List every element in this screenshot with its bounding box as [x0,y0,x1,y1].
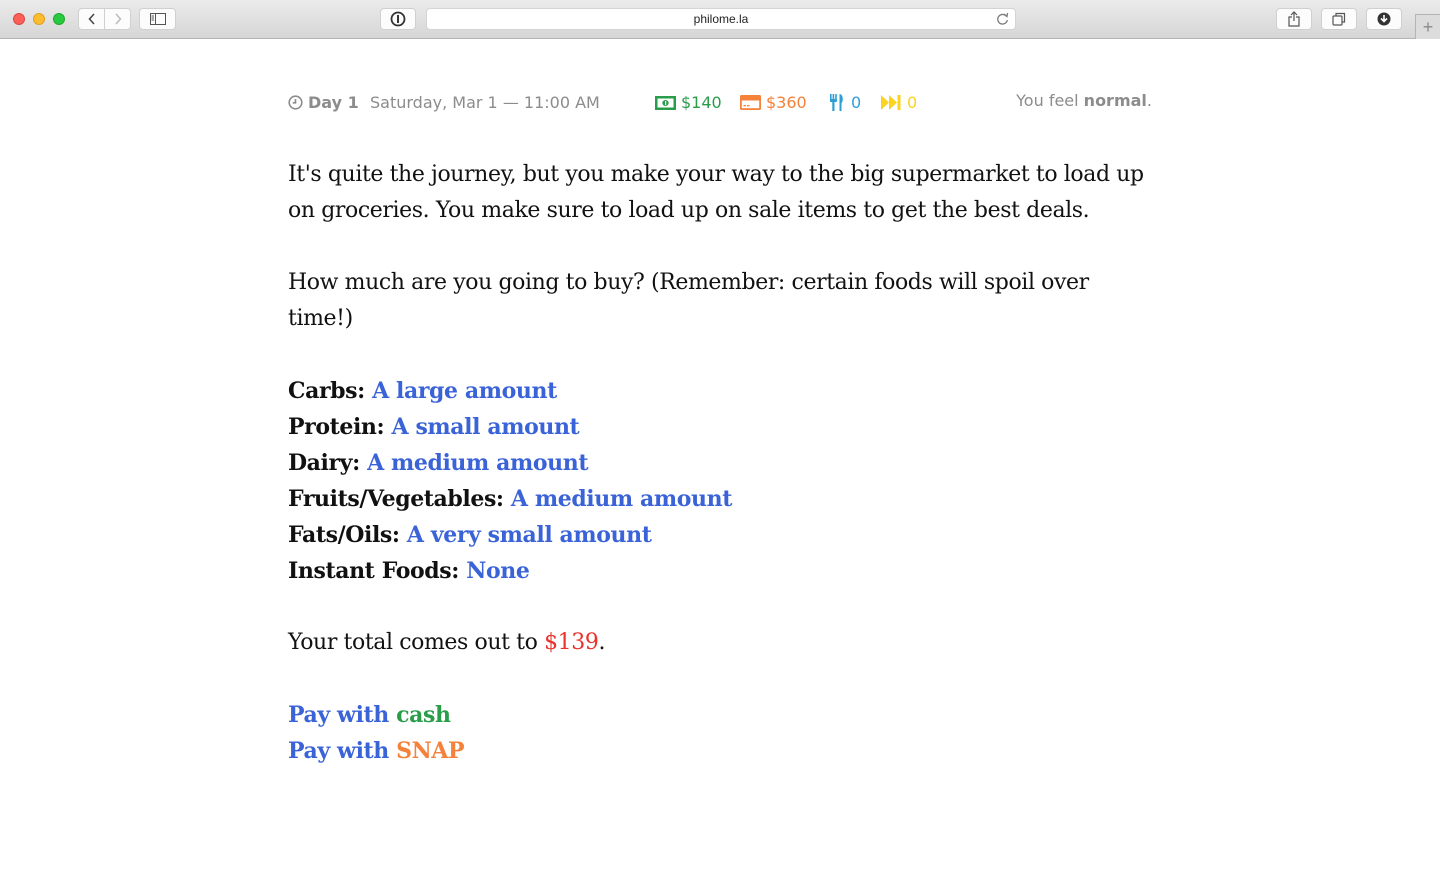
date-time: Saturday, Mar 1 — 11:00 AM [370,93,600,112]
meals-count: 0 [830,93,861,112]
total-prefix: Your total comes out to [288,630,545,655]
category-row-fats-oils: Fats/Oils: A very small amount [288,517,1152,553]
mood-prefix: You feel [1016,91,1084,110]
mood-suffix: . [1146,91,1152,110]
pay-with-snap-link[interactable]: Pay with SNAP [288,733,1152,769]
privacy-report-button[interactable] [380,8,416,30]
reload-icon[interactable] [996,12,1009,29]
fats-oils-amount-link[interactable]: A very small amount [407,522,652,548]
total-suffix: . [598,630,606,655]
category-row-carbs: Carbs: A large amount [288,373,1152,409]
share-button[interactable] [1276,8,1312,30]
fast-forward-icon [881,95,901,110]
clock-icon [288,95,303,110]
downloads-button[interactable] [1366,8,1402,30]
category-row-fruits-vegetables: Fruits/Vegetables: A medium amount [288,481,1152,517]
day-label: Day 1 [308,93,359,112]
category-label: Fruits/Vegetables: [288,486,504,512]
payment-options: Pay with cash Pay with SNAP [288,697,1152,769]
fork-knife-icon [830,94,843,111]
category-row-instant-foods: Instant Foods: None [288,553,1152,589]
cash-balance: $140 [655,93,722,112]
cash-value: $140 [681,93,722,112]
zoom-window-button[interactable] [53,13,65,25]
share-icon [1288,11,1300,27]
minimize-window-button[interactable] [33,13,45,25]
grocery-categories: Carbs: A large amount Protein: A small a… [288,373,1152,589]
intro-paragraph: It's quite the journey, but you make you… [288,162,1144,223]
protein-amount-link[interactable]: A small amount [392,414,580,440]
chevron-left-icon [87,13,95,25]
snap-balance: $360 [740,93,807,112]
url-text: philome.la [693,12,749,26]
meals-value: 0 [851,93,862,112]
instant-foods-amount-link[interactable]: None [466,558,530,584]
snap-value: $360 [766,93,807,112]
cash-icon [655,95,676,110]
pay-method-cash: cash [396,702,451,728]
show-tabs-button[interactable] [1321,8,1357,30]
category-label: Fats/Oils: [288,522,400,548]
category-label: Instant Foods: [288,558,459,584]
pay-prefix: Pay with [288,738,397,764]
category-row-protein: Protein: A small amount [288,409,1152,445]
browser-toolbar: philome.la + [0,0,1440,39]
question-paragraph: How much are you going to buy? (Remember… [288,270,1089,331]
pay-prefix: Pay with [288,702,397,728]
status-bar: Day 1 Saturday, Mar 1 — 11:00 AM $140 $3… [288,89,1152,115]
category-label: Carbs: [288,378,365,404]
fruits-vegetables-amount-link[interactable]: A medium amount [511,486,732,512]
chevron-right-icon [114,13,122,25]
forward-button[interactable] [105,8,131,30]
back-button[interactable] [78,8,105,30]
mood-status: You feel normal. [1016,91,1152,110]
mood-state: normal [1083,91,1147,110]
tabs-icon [1332,12,1346,26]
category-label: Dairy: [288,450,360,476]
close-window-button[interactable] [13,13,25,25]
category-label: Protein: [288,414,385,440]
skips-value: 0 [907,93,918,112]
new-tab-button[interactable]: + [1415,14,1440,39]
credit-card-icon [740,95,761,110]
total-amount: $139 [544,630,599,655]
category-row-dairy: Dairy: A medium amount [288,445,1152,481]
dairy-amount-link[interactable]: A medium amount [367,450,588,476]
sidebar-icon [149,13,166,25]
story-passage: It's quite the journey, but you make you… [288,157,1152,769]
total-line: Your total comes out to $139. [288,625,1152,661]
carbs-amount-link[interactable]: A large amount [372,378,557,404]
sidebar-toggle-button[interactable] [139,8,176,30]
pay-method-snap: SNAP [396,738,465,764]
download-icon [1377,12,1391,26]
address-bar[interactable]: philome.la [426,8,1016,30]
day-indicator: Day 1 [288,93,359,112]
info-circle-icon [390,11,406,27]
pay-with-cash-link[interactable]: Pay with cash [288,697,1152,733]
skips-count: 0 [881,93,917,112]
